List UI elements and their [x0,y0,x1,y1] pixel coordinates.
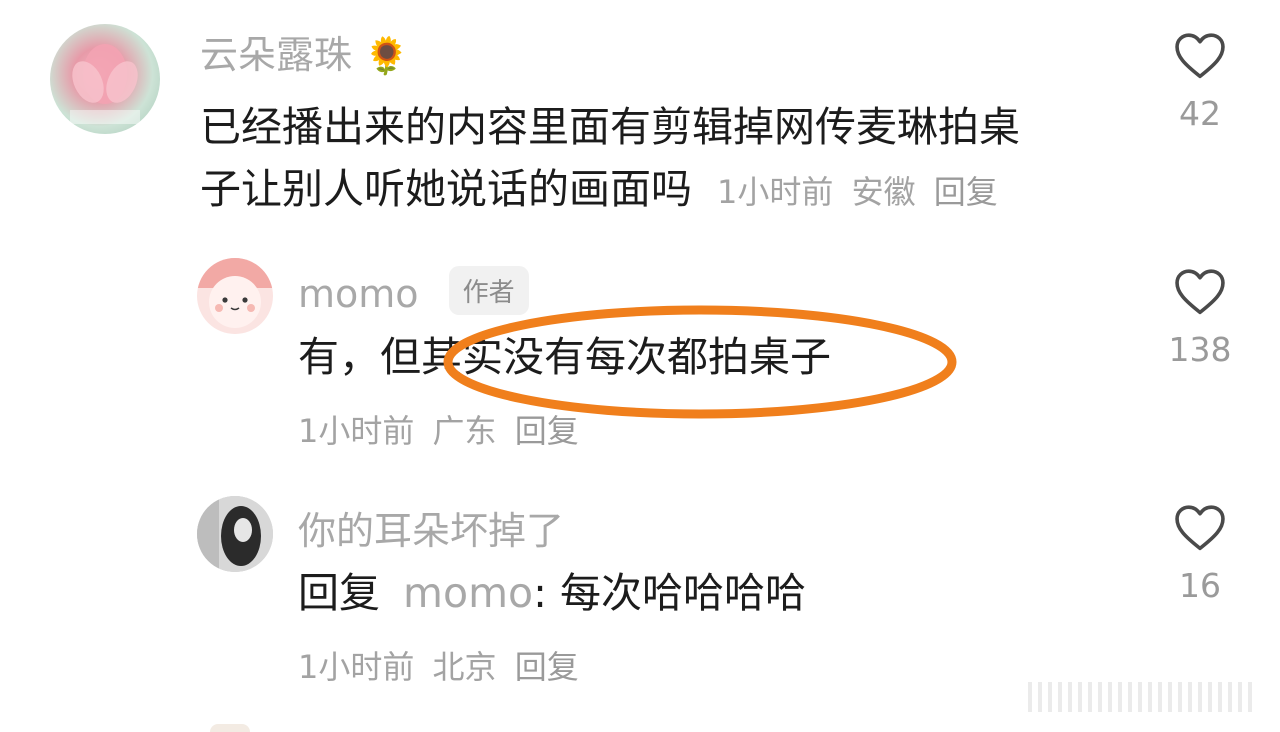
like-count: 42 [1179,94,1221,133]
comment-time: 1小时前 [298,648,415,686]
heart-outline-icon [1175,33,1225,79]
comment-text-line: 已经播出来的内容里面有剪辑掉网传麦琳拍桌 [200,103,1020,151]
reply-button[interactable]: 回复 [515,412,579,450]
comment-username[interactable]: momo 作者 [298,266,529,316]
like-count: 138 [1168,330,1232,369]
watermark [1028,682,1258,712]
reply-button[interactable]: 回复 [515,648,579,686]
comment-time: 1小时前 [298,412,415,450]
comment-meta: 1小时前 广东 回复 [298,406,587,452]
like-button[interactable]: 138 [1160,266,1240,369]
next-comment-avatar-peek [210,724,250,732]
comment-text-line: 子让别人听她说话的画面吗 [200,165,692,213]
comment-location: 北京 [432,648,497,686]
comment-username[interactable]: 云朵露珠 🌻 [200,24,409,79]
avatar-photo-image [197,496,273,572]
comment-username[interactable]: 你的耳朵坏掉了 [298,500,564,555]
comment-text: 回复 momo: 每次哈哈哈哈 [298,568,806,618]
comment-location: 广东 [432,412,497,450]
comment-text: 已经播出来的内容里面有剪辑掉网传麦琳拍桌 子让别人听她说话的画面吗 1小时前 安… [200,96,1020,223]
like-button[interactable]: 42 [1160,30,1240,133]
lotus-image [70,44,140,124]
comment-location: 安徽 [851,173,916,211]
like-button[interactable]: 16 [1160,502,1240,605]
avatar-character-image [197,258,273,328]
author-badge: 作者 [448,266,529,315]
comment-time: 1小时前 [717,173,834,211]
sunflower-icon: 🌻 [364,36,409,77]
comment-item: momo 作者 有，但其实没有每次都拍桌子 1小时前 广东 回复 138 [0,240,1280,480]
like-count: 16 [1179,566,1221,605]
avatar[interactable] [197,258,273,334]
reply-prefix: 回复 [298,569,380,617]
reply-target-username[interactable]: momo [403,569,533,617]
username-text: 云朵露珠 [200,33,353,77]
reply-text: : 每次哈哈哈哈 [533,569,806,617]
reply-button[interactable]: 回复 [934,173,998,211]
comment-text-line-with-meta: 子让别人听她说话的画面吗 1小时前 安徽 回复 [200,158,1020,223]
avatar[interactable] [197,496,273,572]
comment-text: 有，但其实没有每次都拍桌子 [298,333,831,381]
heart-outline-icon [1175,505,1225,551]
comment-item: 云朵露珠 🌻 已经播出来的内容里面有剪辑掉网传麦琳拍桌 子让别人听她说话的画面吗… [0,0,1280,240]
heart-outline-icon [1175,269,1225,315]
comment-meta: 1小时前 安徽 回复 [717,173,1006,211]
username-text: momo [298,272,419,316]
comment-meta: 1小时前 北京 回复 [298,642,587,688]
comment-item: 你的耳朵坏掉了 回复 momo: 每次哈哈哈哈 1小时前 北京 回复 16 [0,480,1280,710]
comment-list: 云朵露珠 🌻 已经播出来的内容里面有剪辑掉网传麦琳拍桌 子让别人听她说话的画面吗… [0,0,1280,732]
avatar[interactable] [50,24,160,134]
